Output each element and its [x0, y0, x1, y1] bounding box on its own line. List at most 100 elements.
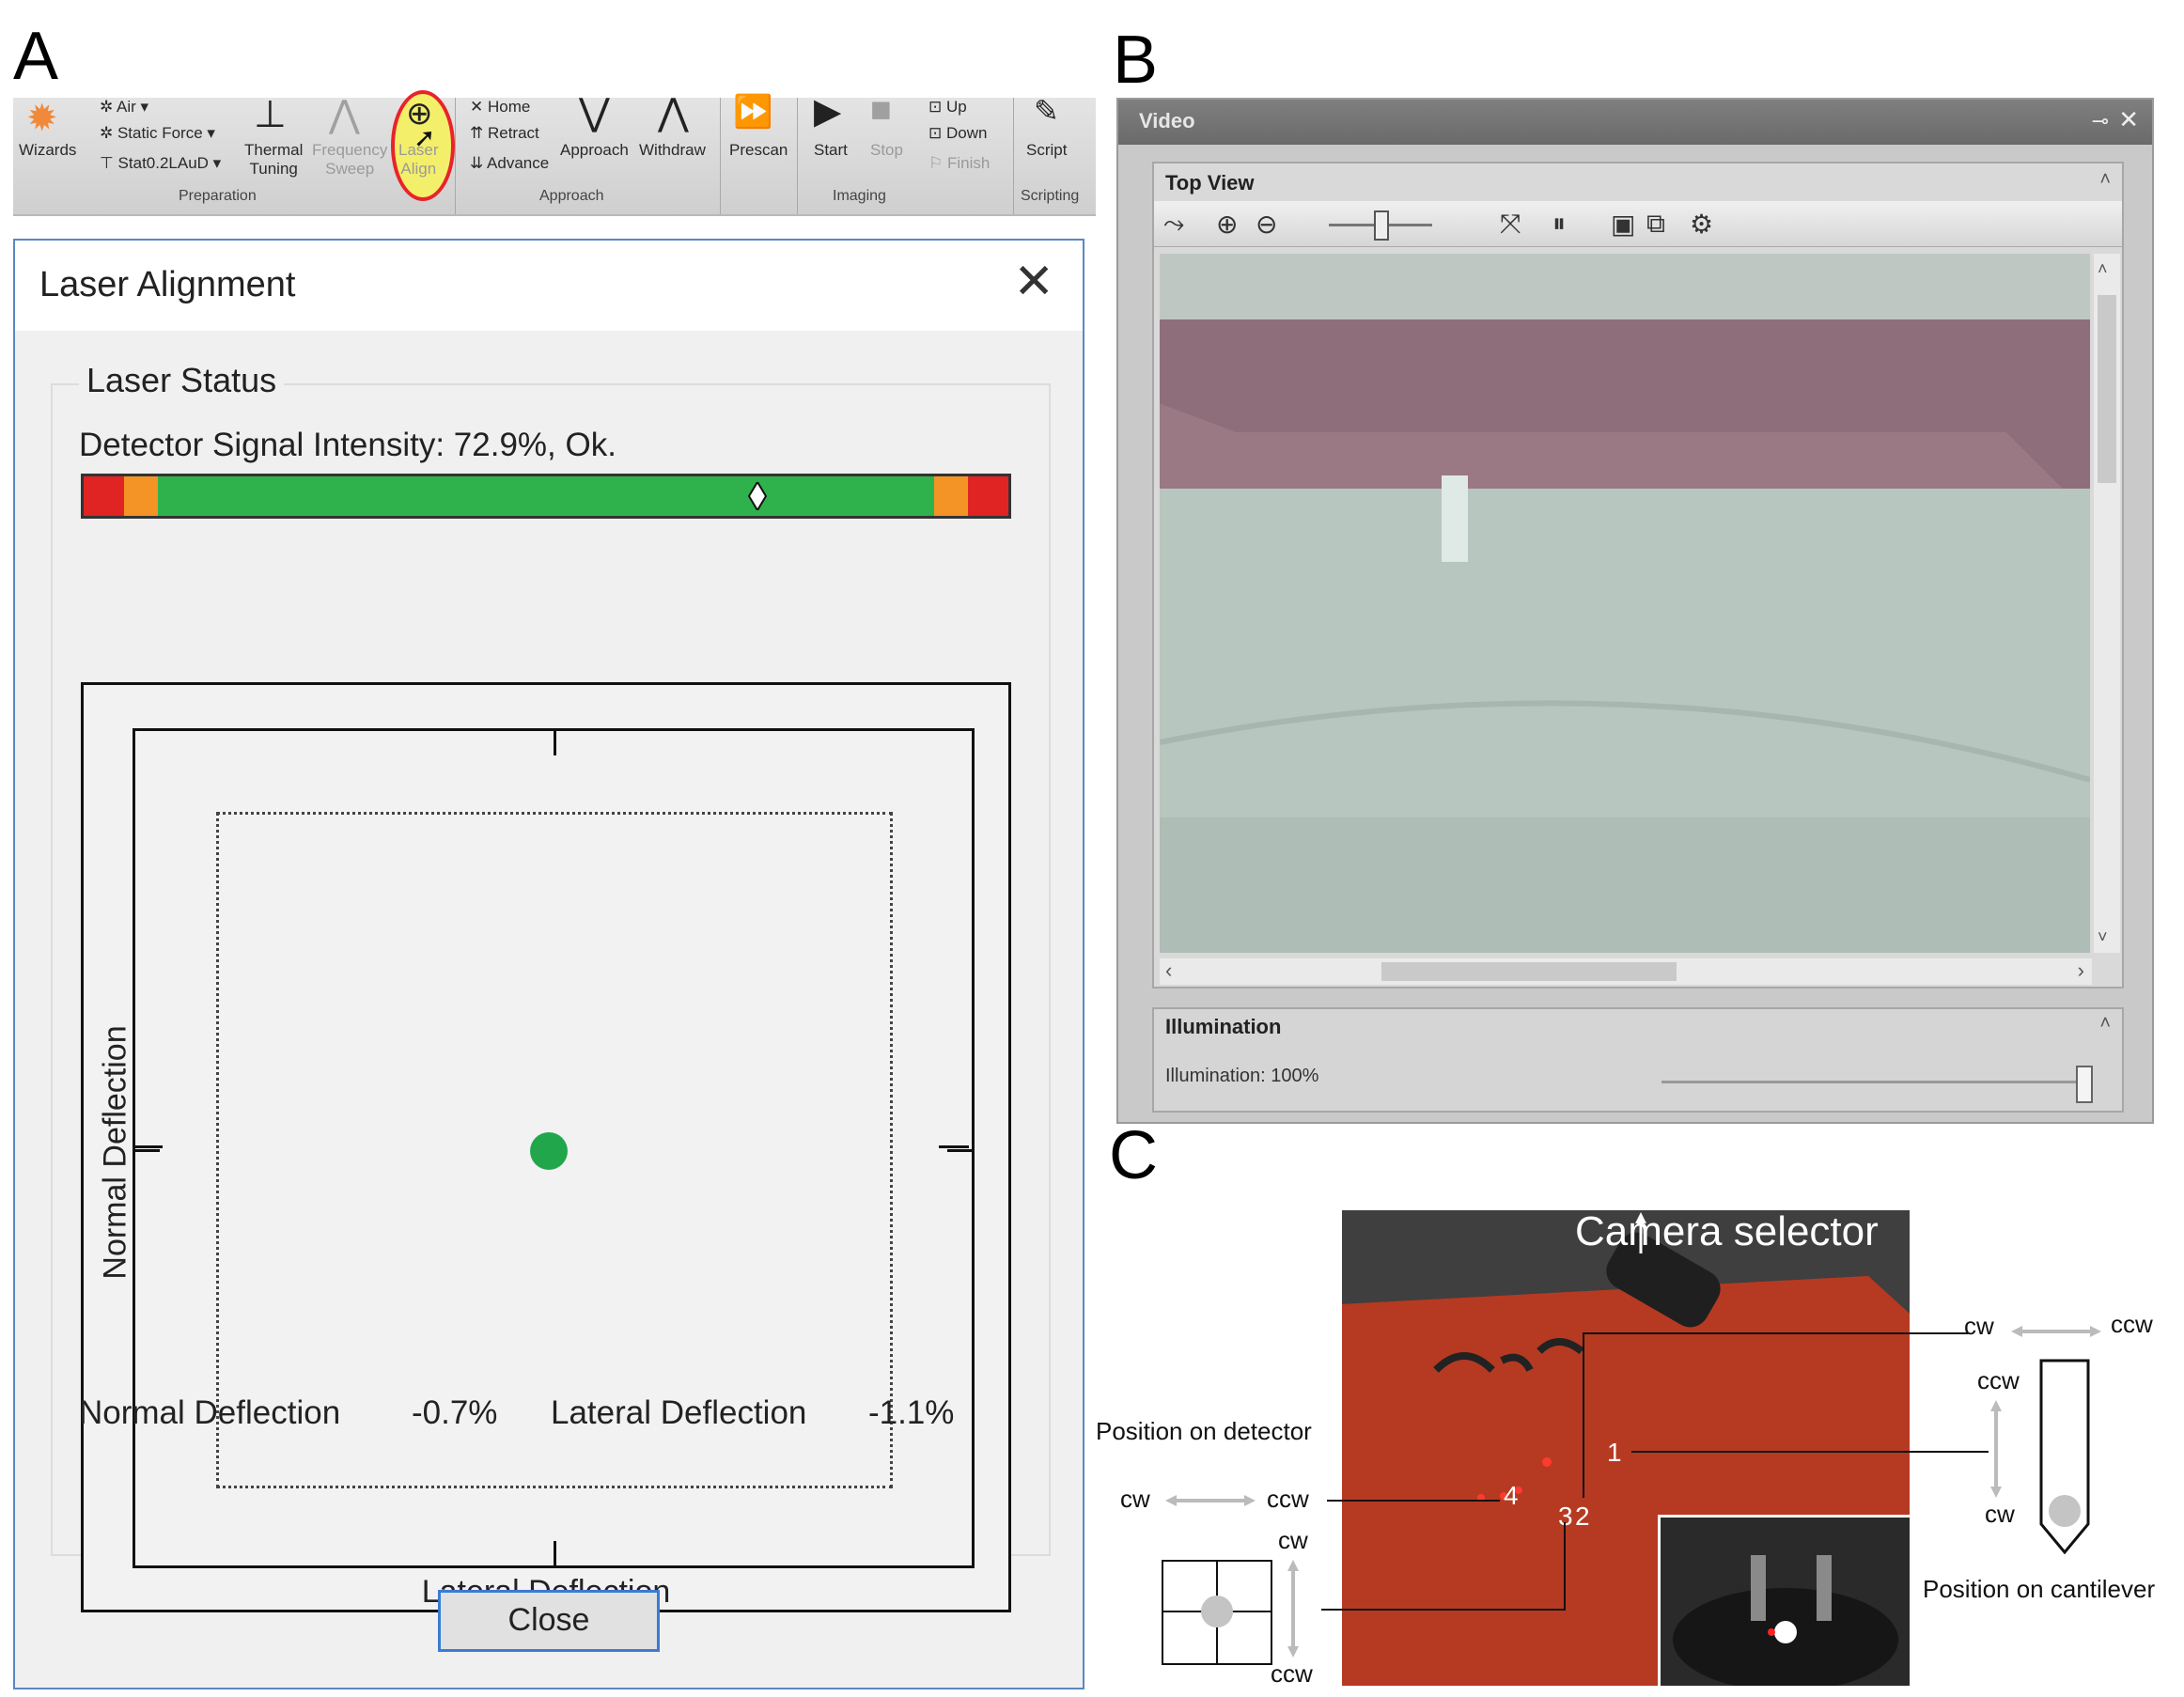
- prescan-button[interactable]: Prescan: [729, 141, 788, 160]
- frequency-sweep-line2: Sweep: [325, 160, 375, 178]
- cantilever-icon: [2039, 1359, 2090, 1555]
- video-titlebar: Video ⊸ ✕: [1118, 100, 2152, 145]
- static-force-label: Static Force: [117, 124, 203, 142]
- home-button[interactable]: ✕ Home: [470, 98, 530, 117]
- cantilever-vertical-cw-label: cw: [1985, 1500, 2015, 1528]
- illumination-panel: Illumination ˄ Illumination: 100%: [1152, 1007, 2124, 1113]
- zoom-in-icon[interactable]: ⊕: [1216, 209, 1238, 240]
- illumination-value: Illumination: 100%: [1165, 1066, 1319, 1086]
- probe-label: Stat0.2LAuD: [117, 154, 209, 172]
- cantilever-vertical-ccw-label: ccw: [1977, 1366, 2020, 1394]
- zoom-out-icon[interactable]: ⊖: [1256, 209, 1277, 240]
- thermal-tuning-icon: ⊥: [254, 94, 287, 135]
- horizontal-arrow-icon: [1165, 1494, 1256, 1506]
- detector-vertical-cw-label: cw: [1278, 1526, 1308, 1554]
- pointer-icon[interactable]: ⤳: [1163, 209, 1184, 240]
- normal-deflection-readout-label: Normal Deflection: [79, 1394, 341, 1431]
- ribbon-separator: [797, 98, 798, 214]
- deflection-plot: Lateral Deflection Normal Deflection: [81, 682, 1011, 1612]
- top-view-label: Top View: [1165, 171, 1255, 195]
- signal-marker-icon: [748, 482, 768, 510]
- illumination-label: Illumination: [1165, 1015, 1282, 1038]
- cantilever-cw-label: cw: [1964, 1312, 1994, 1340]
- ribbon-separator: [720, 98, 721, 214]
- frequency-sweep-icon: ⋀: [329, 94, 360, 135]
- deflection-plot-frame: [133, 728, 975, 1568]
- pause-icon[interactable]: ⏸: [1552, 209, 1566, 240]
- position-on-cantilever-label: Position on cantilever: [1923, 1575, 2156, 1603]
- detector-spot: [1201, 1596, 1233, 1627]
- frequency-sweep-button[interactable]: Frequency Sweep: [312, 141, 387, 179]
- copy-icon[interactable]: ⧉: [1646, 209, 1665, 240]
- horizontal-scroll-thumb[interactable]: [1381, 962, 1677, 981]
- thermal-tuning-button[interactable]: Thermal Tuning: [244, 141, 303, 179]
- scroll-up-icon[interactable]: ˄: [2098, 259, 2108, 279]
- withdraw-button[interactable]: Withdraw: [639, 141, 706, 160]
- wizards-icon: ✹: [26, 98, 58, 139]
- scroll-left-icon[interactable]: ‹: [1165, 958, 1172, 983]
- instrument-photo: [1342, 1210, 1910, 1686]
- laser-spot: [530, 1132, 569, 1171]
- group-approach: Approach: [539, 188, 604, 204]
- signal-intensity-bar: [81, 474, 1011, 519]
- scroll-down-icon[interactable]: ˅: [2098, 927, 2108, 947]
- down-button[interactable]: ⊡ Down: [928, 124, 987, 143]
- mode-air-label: Air: [117, 98, 136, 116]
- save-icon[interactable]: ▣: [1611, 209, 1635, 240]
- leader-line: [1321, 1609, 1566, 1611]
- close-icon[interactable]: ✕: [1013, 257, 1054, 306]
- approach-icon: ⋁: [579, 92, 610, 133]
- vertical-arrow-icon: [1990, 1400, 2002, 1498]
- normal-deflection-value: -0.7%: [412, 1394, 498, 1431]
- static-force-dropdown[interactable]: ✲ Static Force ▾: [100, 124, 215, 143]
- leader-line: [1631, 1451, 1989, 1453]
- settings-gear-icon[interactable]: ⚙: [1690, 209, 1713, 240]
- finish-label: Finish: [946, 154, 991, 172]
- illumination-slider-thumb[interactable]: [2076, 1066, 2093, 1103]
- vertical-scrollbar[interactable]: ˄ ˅: [2094, 254, 2120, 953]
- up-button[interactable]: ⊡ Up: [928, 98, 967, 117]
- stop-icon: ■: [870, 90, 892, 130]
- vertical-scroll-thumb[interactable]: [2098, 295, 2116, 483]
- wizards-button[interactable]: Wizards: [19, 141, 76, 160]
- horizontal-scrollbar[interactable]: ‹ ›: [1160, 958, 2092, 985]
- screw-label-4: 4: [1504, 1481, 1519, 1510]
- collapse-icon[interactable]: ˄: [2099, 169, 2111, 191]
- bar-green: [157, 476, 935, 516]
- up-label: Up: [945, 98, 967, 116]
- stop-button[interactable]: Stop: [870, 141, 903, 160]
- home-label: Home: [487, 98, 531, 116]
- finish-button[interactable]: ⚐ Finish: [928, 154, 990, 173]
- tick-right: [947, 1149, 972, 1152]
- fit-to-window-icon[interactable]: ⤧: [1500, 209, 1521, 240]
- retract-button[interactable]: ⇈ Retract: [470, 124, 539, 143]
- tick-top: [554, 731, 556, 755]
- tick-left: [135, 1149, 160, 1152]
- approach-button[interactable]: Approach: [560, 141, 629, 160]
- mode-air-dropdown[interactable]: ✲ Air ▾: [100, 98, 148, 117]
- advance-button[interactable]: ⇊ Advance: [470, 154, 549, 173]
- ribbon-separator: [455, 98, 456, 214]
- normal-deflection-axis-label: Normal Deflection: [97, 1025, 133, 1280]
- bar-red-high: [967, 476, 1008, 516]
- group-preparation: Preparation: [179, 188, 257, 204]
- pin-icon[interactable]: ⊸: [2092, 109, 2109, 133]
- close-icon[interactable]: ✕: [2118, 105, 2139, 134]
- script-button[interactable]: Script: [1026, 141, 1067, 160]
- lateral-deflection-value: -1.1%: [868, 1394, 955, 1431]
- illumination-slider-track[interactable]: [1661, 1081, 2084, 1083]
- scroll-right-icon[interactable]: ›: [2078, 958, 2084, 983]
- leader-line: [1583, 1332, 1968, 1334]
- zoom-slider-thumb[interactable]: [1374, 210, 1389, 241]
- top-view-panel: Top View ˄ ⤳ ⊕ ⊖ ⤧ ⏸ ▣ ⧉ ⚙ ˄ ˅ ‹ ›: [1152, 162, 2124, 989]
- leader-line: [1564, 1522, 1566, 1609]
- collapse-icon[interactable]: ˄: [2099, 1013, 2111, 1035]
- bar-red-low: [84, 476, 125, 516]
- probe-dropdown[interactable]: ⊤ Stat0.2LAuD ▾: [100, 154, 221, 173]
- tick-bottom: [554, 1541, 556, 1565]
- start-button[interactable]: Start: [814, 141, 848, 160]
- close-button[interactable]: Close: [438, 1590, 660, 1652]
- signal-intensity-label: Detector Signal Intensity: 72.9%, Ok.: [79, 427, 616, 463]
- detector-cw-label: cw: [1120, 1485, 1150, 1513]
- cantilever-image: [1160, 254, 2090, 953]
